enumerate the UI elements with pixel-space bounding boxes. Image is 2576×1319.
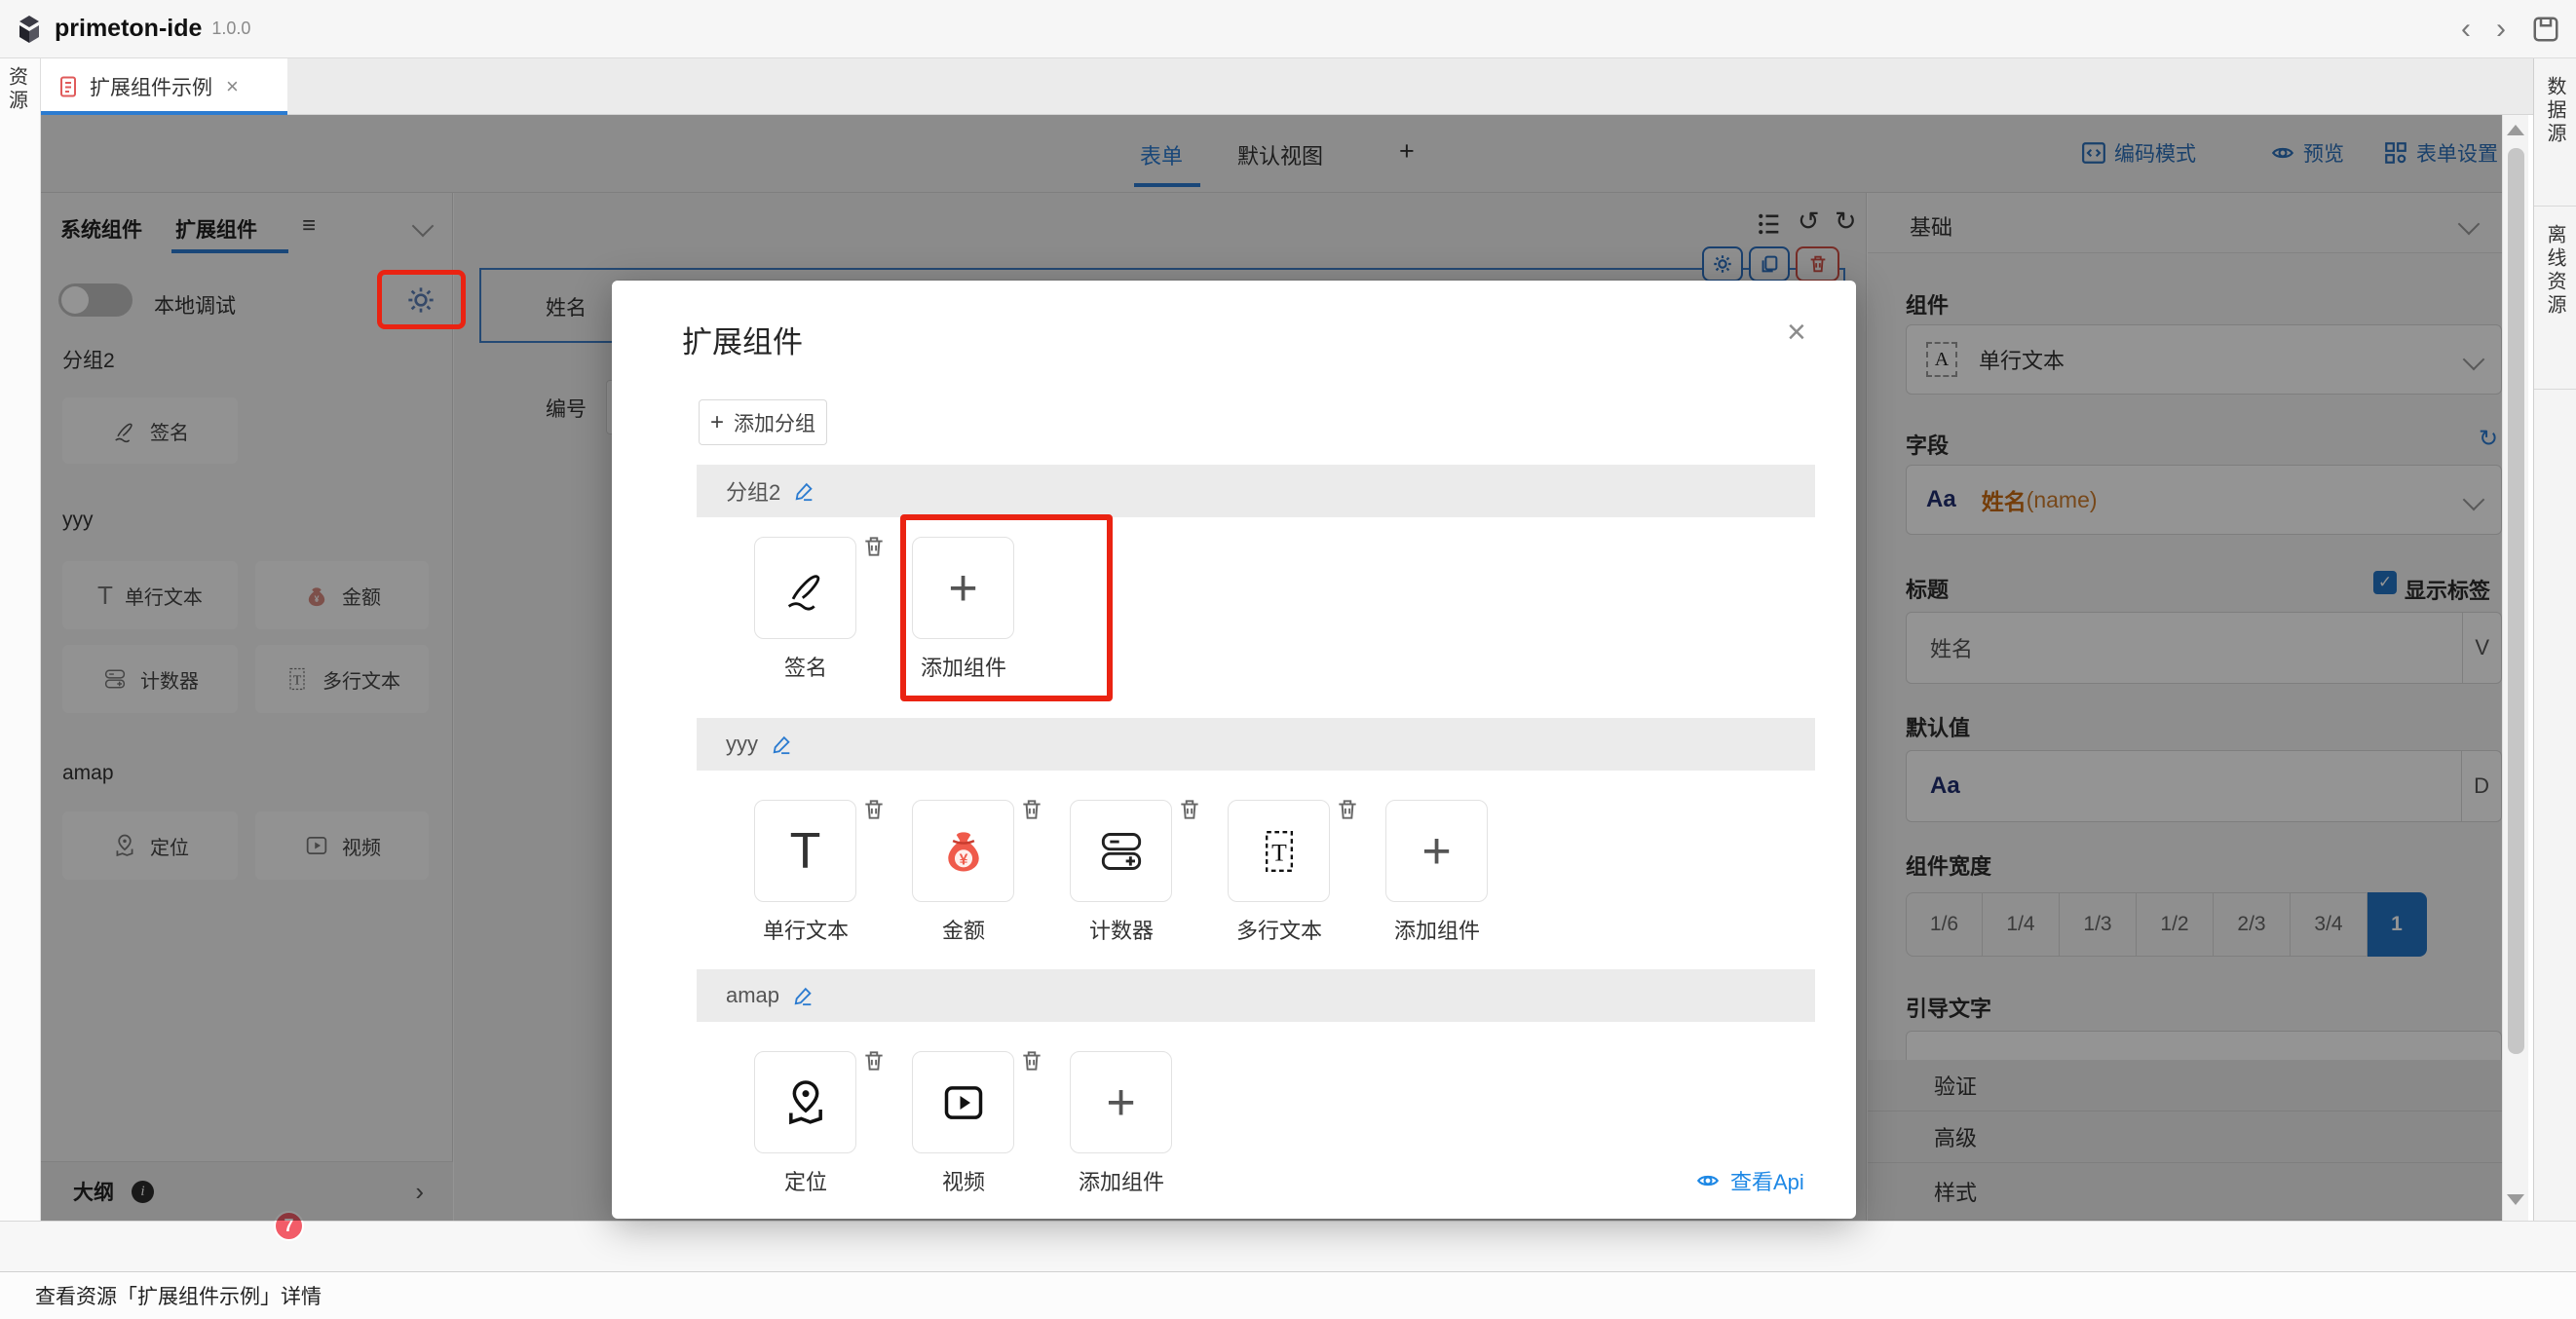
- modal-group-header: 分组2: [697, 465, 1815, 517]
- modal-group-header: yyy: [697, 718, 1815, 771]
- delete-card-icon[interactable]: [1335, 797, 1360, 822]
- app-version: 1.0.0: [211, 19, 250, 39]
- modal-close-icon[interactable]: ×: [1787, 316, 1806, 349]
- modal-card-label: 添加组件: [1024, 1165, 1219, 1196]
- modal-card-video[interactable]: [912, 1051, 1014, 1153]
- delete-card-icon[interactable]: [1019, 1048, 1044, 1074]
- modal-title: 扩展组件: [682, 318, 803, 361]
- delete-card-icon[interactable]: [861, 1048, 887, 1074]
- highlight-box-gear: [377, 270, 466, 329]
- properties-scrollbar[interactable]: [2502, 115, 2528, 1221]
- document-tabbar: [0, 58, 2576, 115]
- extension-components-modal: 扩展组件 × + 添加分组 分组2 签名 + 添加组件 yyy: [612, 281, 1856, 1219]
- scroll-up-icon[interactable]: [2507, 125, 2524, 135]
- app-window: primeton-ide 1.0.0 ‹ › 资源 扩展组件示例 × 表单 默认…: [0, 0, 2576, 1319]
- tab-close-icon[interactable]: ×: [226, 74, 239, 99]
- nav-back-button[interactable]: ‹: [2461, 15, 2471, 44]
- add-group-button[interactable]: + 添加分组: [699, 399, 827, 445]
- nav-forward-button[interactable]: ›: [2496, 15, 2506, 44]
- document-icon: [57, 75, 80, 98]
- left-rail: 资源: [0, 58, 41, 1271]
- highlight-box-add-component: [900, 514, 1113, 701]
- app-header: primeton-ide 1.0.0 ‹ ›: [0, 0, 2576, 58]
- app-logo-icon: [14, 14, 45, 45]
- tab-extension-example[interactable]: 扩展组件示例 ×: [41, 58, 287, 115]
- modal-card-signature[interactable]: [754, 537, 856, 639]
- modal-card-counter[interactable]: [1070, 800, 1172, 902]
- delete-card-icon[interactable]: [1177, 797, 1202, 822]
- status-bar: 查看资源「扩展组件示例」详情: [0, 1271, 2576, 1319]
- modal-card-location[interactable]: [754, 1051, 856, 1153]
- right-rail-datasource-tab[interactable]: 数据源: [2534, 58, 2576, 207]
- edit-group-name-icon[interactable]: [793, 985, 814, 1006]
- tab-label: 扩展组件示例: [90, 72, 212, 101]
- delete-card-icon[interactable]: [861, 797, 887, 822]
- bottom-toolbar: 调试信息 问题: [0, 1221, 2576, 1271]
- edit-group-name-icon[interactable]: [794, 480, 815, 502]
- right-rail: 数据源 离线资源: [2533, 58, 2576, 1271]
- modal-card-amount[interactable]: ¥: [912, 800, 1014, 902]
- right-rail-offline-resources-tab[interactable]: 离线资源: [2534, 207, 2576, 390]
- svg-text:T: T: [1271, 838, 1287, 866]
- view-api-link[interactable]: 查看Api: [1695, 1165, 1804, 1196]
- scrollbar-thumb[interactable]: [2508, 148, 2524, 1054]
- eye-icon: [1695, 1168, 1721, 1193]
- modal-card-multi-line-text[interactable]: T: [1228, 800, 1330, 902]
- modal-card-add-component[interactable]: +: [1385, 800, 1488, 902]
- delete-card-icon[interactable]: [861, 534, 887, 559]
- plus-icon: +: [710, 409, 724, 436]
- save-button[interactable]: [2531, 15, 2560, 44]
- delete-card-icon[interactable]: [1019, 797, 1044, 822]
- app-title: primeton-ide: [55, 15, 202, 43]
- svg-text:¥: ¥: [959, 851, 967, 868]
- status-text: 查看资源「扩展组件示例」详情: [35, 1281, 322, 1310]
- modal-card-add-component[interactable]: +: [1070, 1051, 1172, 1153]
- modal-card-label: 添加组件: [1340, 914, 1534, 945]
- modal-card-single-line-text[interactable]: T: [754, 800, 856, 902]
- modal-group-header: amap: [697, 969, 1815, 1022]
- scroll-down-icon[interactable]: [2507, 1194, 2524, 1205]
- edit-group-name-icon[interactable]: [772, 734, 793, 755]
- left-rail-resources-tab[interactable]: 资源: [10, 66, 31, 113]
